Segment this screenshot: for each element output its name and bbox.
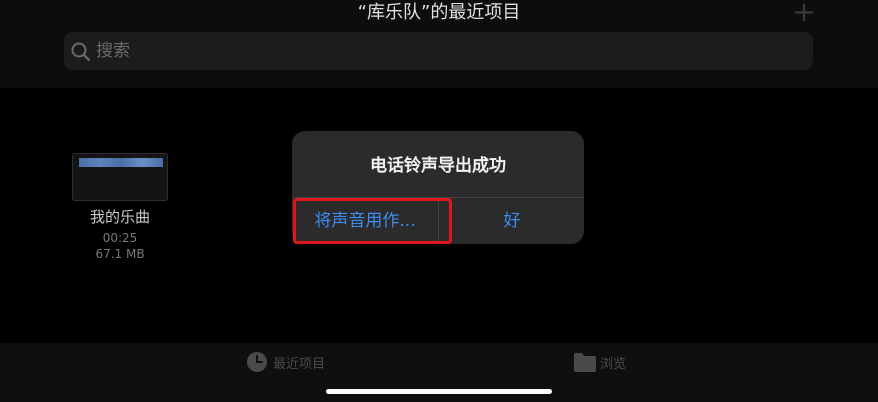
folder-icon [574,353,596,372]
add-icon[interactable]: + [790,0,818,26]
use-sound-as-button[interactable]: 将声音用作... [292,198,438,244]
waveform-icon [79,158,163,167]
alert-title: 电话铃声导出成功 [370,156,506,176]
page-title: “库乐队”的最近项目 [357,2,521,23]
header-bar: “库乐队”的最近项目 + 搜索 [0,0,878,88]
home-indicator[interactable] [326,389,552,394]
tab-browse-label: 浏览 [600,357,627,372]
file-thumbnail [72,153,168,201]
tab-recent-label: 最近项目 [273,357,326,372]
export-success-alert: 电话铃声导出成功 将声音用作... 好 [292,131,584,244]
ok-button[interactable]: 好 [439,198,584,244]
file-size: 67.1 MB [95,247,145,261]
clock-icon [247,352,267,372]
search-icon [71,42,91,62]
search-input[interactable]: 搜索 [64,32,813,70]
search-placeholder: 搜索 [96,41,130,61]
tab-browse[interactable]: 浏览 [573,351,663,375]
tab-recent[interactable]: 最近项目 [246,351,356,375]
file-duration: 00:25 [102,231,138,245]
file-name: 我的乐曲 [89,208,150,226]
